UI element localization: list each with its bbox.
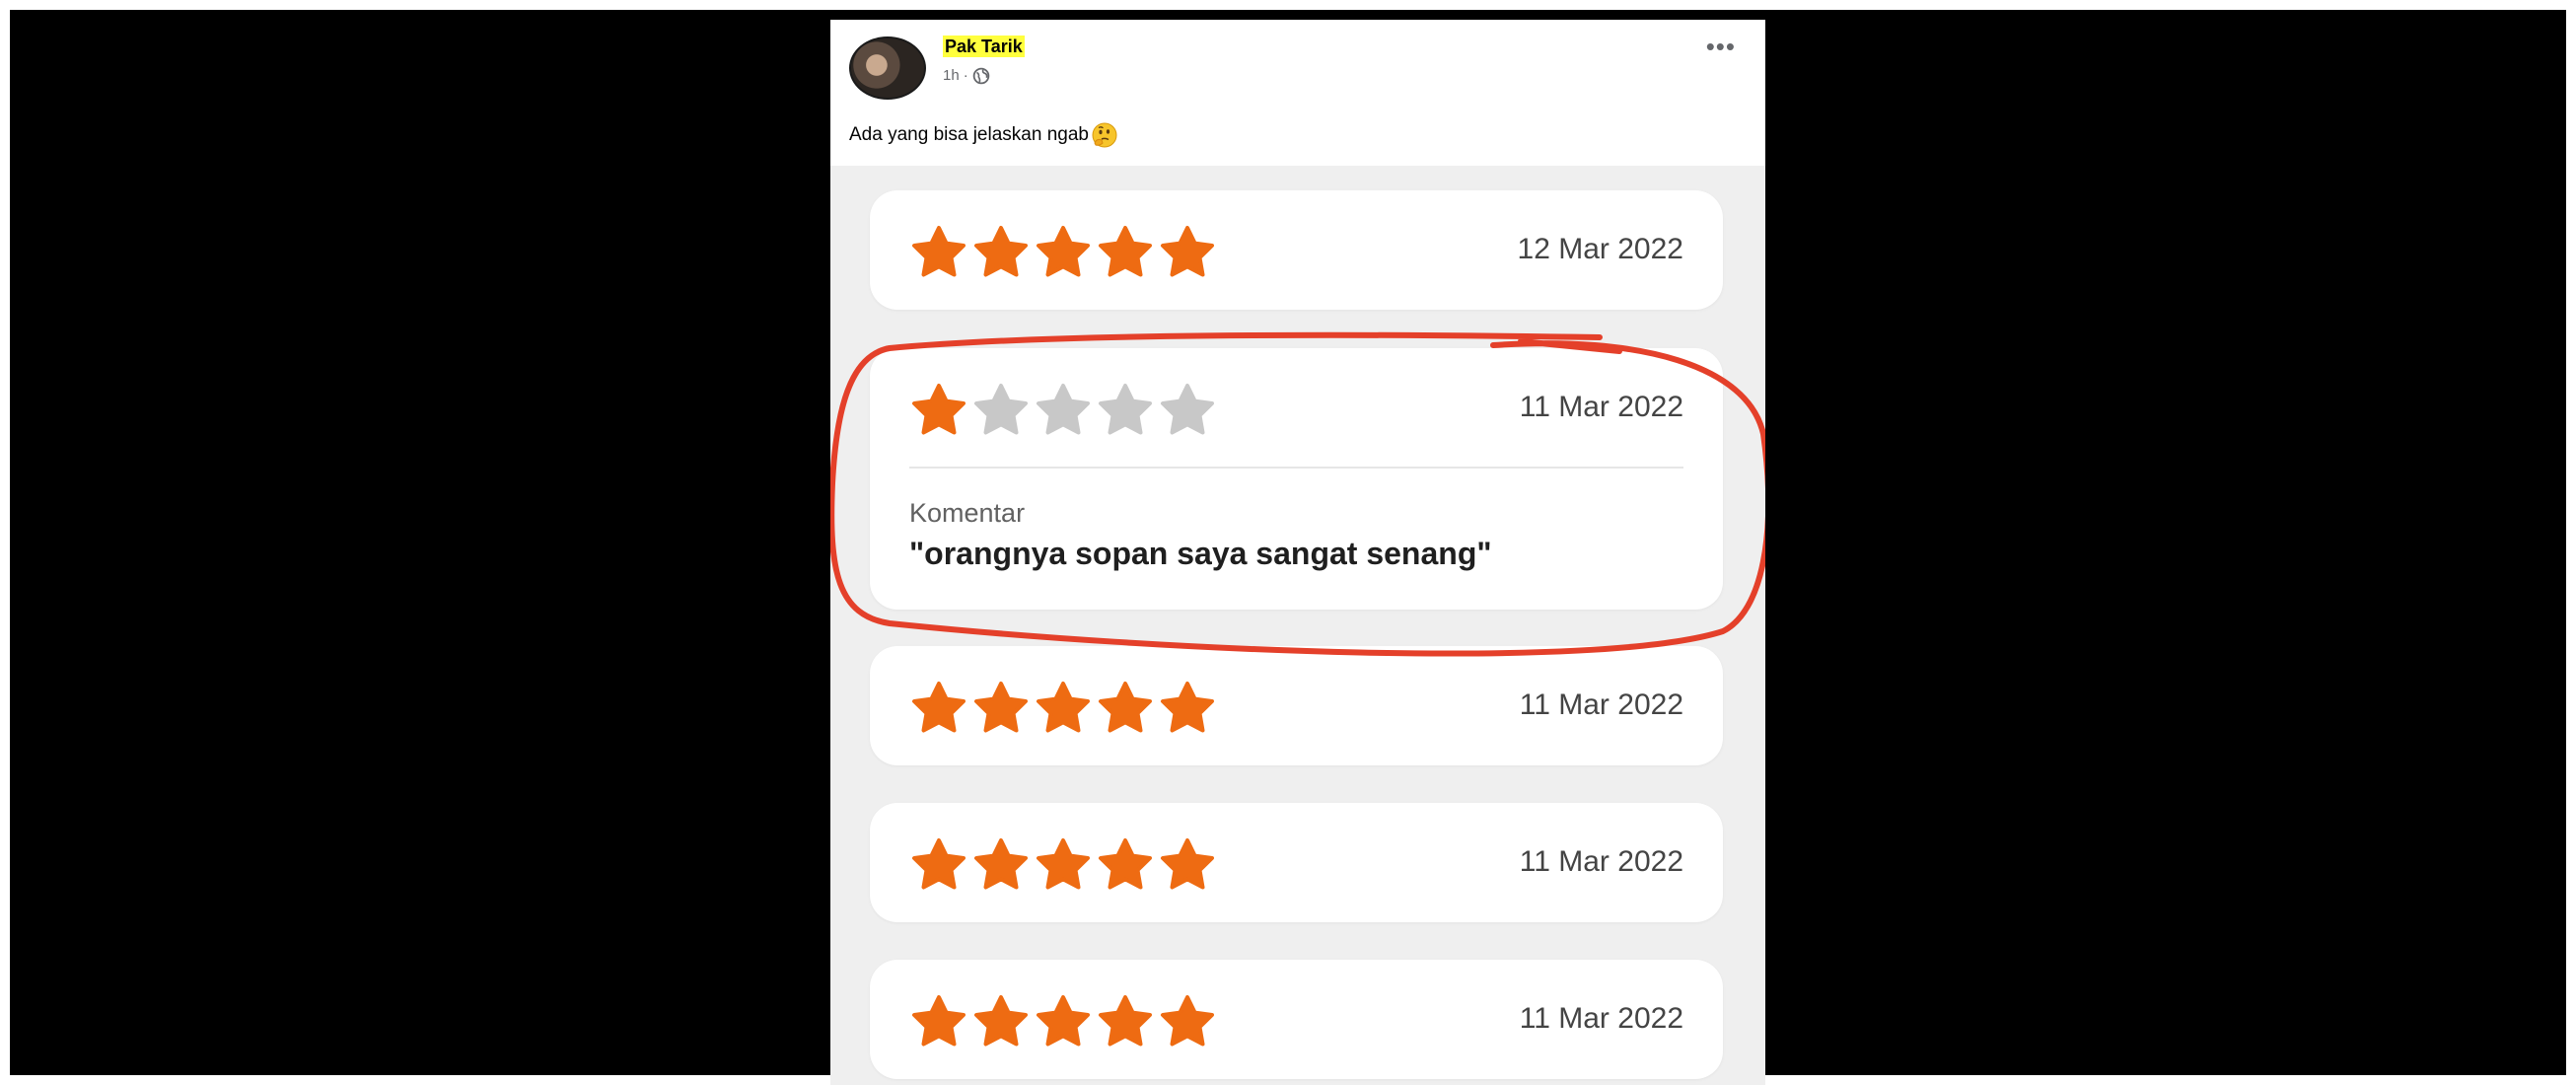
review-screenshot: 12 Mar 2022 11 Mar 2022 Komentar "orangn… bbox=[830, 166, 1765, 1085]
black-frame: Pak Tarik 1h · ••• Ada yang bisa jelaska… bbox=[10, 10, 2566, 1085]
star-rating bbox=[909, 382, 1217, 439]
star-filled-icon bbox=[1099, 226, 1152, 277]
star-filled-icon bbox=[912, 682, 966, 733]
star-rating bbox=[909, 680, 1217, 737]
review-date: 11 Mar 2022 bbox=[1519, 688, 1683, 721]
star-filled-icon bbox=[1037, 682, 1090, 733]
review-card: 11 Mar 2022 bbox=[870, 960, 1723, 1079]
star-filled-icon bbox=[912, 226, 966, 277]
review-date: 12 Mar 2022 bbox=[1517, 233, 1683, 265]
post-time[interactable]: 1h bbox=[943, 65, 960, 87]
star-filled-icon bbox=[1161, 838, 1214, 890]
star-filled-icon bbox=[1037, 995, 1090, 1047]
post-caption: Ada yang bisa jelaskan ngab bbox=[849, 121, 1118, 149]
star-empty-icon bbox=[1161, 384, 1214, 435]
star-filled-icon bbox=[974, 838, 1028, 890]
star-filled-icon bbox=[974, 226, 1028, 277]
post-meta: 1h · bbox=[943, 65, 990, 87]
star-filled-icon bbox=[1099, 682, 1152, 733]
star-empty-icon bbox=[974, 384, 1028, 435]
star-empty-icon bbox=[1099, 384, 1152, 435]
star-filled-icon bbox=[1037, 838, 1090, 890]
review-card: 12 Mar 2022 bbox=[870, 190, 1723, 310]
review-date: 11 Mar 2022 bbox=[1519, 1002, 1683, 1035]
star-rating bbox=[909, 993, 1217, 1050]
author-name[interactable]: Pak Tarik bbox=[943, 36, 1025, 57]
star-rating bbox=[909, 224, 1217, 281]
facebook-post: Pak Tarik 1h · ••• Ada yang bisa jelaska… bbox=[830, 20, 1765, 1085]
thinking-face-icon bbox=[1092, 122, 1117, 148]
star-filled-icon bbox=[1161, 995, 1214, 1047]
review-card: 11 Mar 2022 bbox=[870, 646, 1723, 765]
star-filled-icon bbox=[1099, 995, 1152, 1047]
star-filled-icon bbox=[912, 995, 966, 1047]
star-filled-icon bbox=[1161, 226, 1214, 277]
avatar[interactable] bbox=[849, 36, 926, 100]
divider bbox=[909, 467, 1683, 469]
star-filled-icon bbox=[1161, 682, 1214, 733]
review-date: 11 Mar 2022 bbox=[1519, 391, 1683, 423]
review-card: 11 Mar 2022 bbox=[870, 803, 1723, 922]
star-filled-icon bbox=[912, 384, 966, 435]
review-comment: "orangnya sopan saya sangat senang" bbox=[909, 536, 1492, 571]
review-date: 11 Mar 2022 bbox=[1519, 845, 1683, 878]
star-filled-icon bbox=[974, 682, 1028, 733]
star-empty-icon bbox=[1037, 384, 1090, 435]
globe-icon[interactable] bbox=[972, 67, 990, 85]
meta-separator: · bbox=[963, 67, 968, 84]
comment-label: Komentar bbox=[909, 498, 1026, 528]
star-rating bbox=[909, 836, 1217, 894]
star-filled-icon bbox=[912, 838, 966, 890]
star-filled-icon bbox=[1037, 226, 1090, 277]
star-filled-icon bbox=[1099, 838, 1152, 890]
caption-text: Ada yang bisa jelaskan ngab bbox=[849, 124, 1089, 145]
star-filled-icon bbox=[974, 995, 1028, 1047]
more-options-icon[interactable]: ••• bbox=[1706, 34, 1736, 59]
review-card-highlighted: 11 Mar 2022 Komentar "orangnya sopan say… bbox=[870, 348, 1723, 610]
